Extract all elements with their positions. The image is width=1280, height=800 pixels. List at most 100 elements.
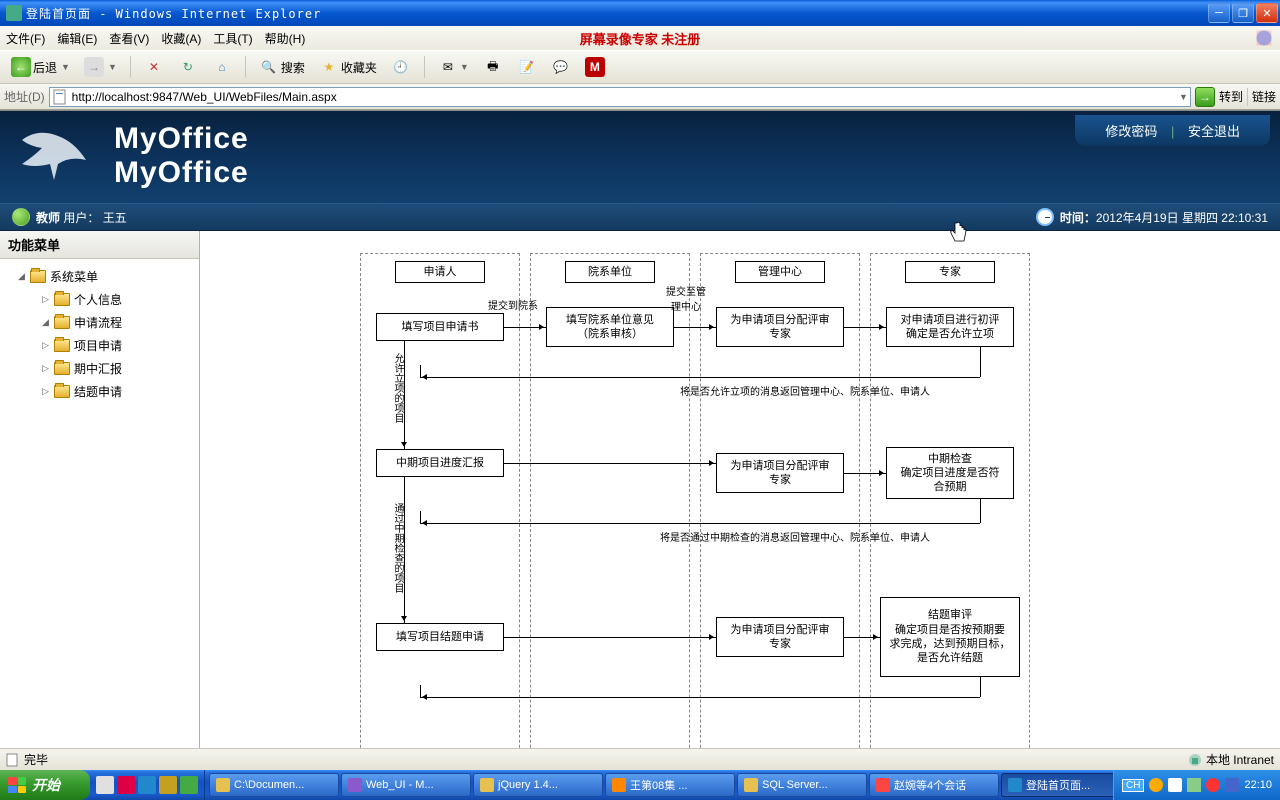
menu-view[interactable]: 查看(V) [109, 30, 149, 47]
arrow [674, 327, 716, 328]
menu-favorites[interactable]: 收藏(A) [161, 30, 201, 47]
toolbar: ←后退▼ →▼ ✕ ↻ ⌂ 🔍搜索 ★收藏夹 🕘 ✉▼ 🖶 📝 💬 M [0, 50, 1280, 84]
menu-tools[interactable]: 工具(T) [213, 30, 252, 47]
task-video[interactable]: 王第08集 ... [605, 773, 735, 797]
task-chat[interactable]: 赵婉等4个会话 [869, 773, 999, 797]
arrow [844, 327, 886, 328]
page-icon [52, 89, 68, 105]
arrow [504, 327, 546, 328]
ql-desktop-icon[interactable] [96, 776, 114, 794]
menu-edit[interactable]: 编辑(E) [57, 30, 97, 47]
system-tray: CH 22:10 [1113, 770, 1280, 800]
clock-icon [1036, 208, 1054, 226]
lanehead-expert: 专家 [905, 261, 995, 283]
ql-app-icon[interactable] [159, 776, 177, 794]
maxthon-button[interactable]: M [580, 54, 610, 80]
box-assign2: 为申请项目分配评审专家 [716, 453, 844, 493]
zone-text: 本地 Intranet [1206, 751, 1274, 768]
lanehead-dept: 院系单位 [565, 261, 655, 283]
nav-tree: ◢系统菜单 ▷个人信息 ◢申请流程 ▷项目申请 ▷期中汇报 ▷结题申请 [0, 259, 199, 409]
time-label: 时间： [1060, 209, 1096, 226]
history-button[interactable]: 🕘 [386, 54, 416, 80]
box-eval3: 结题审评确定项目是否按预期要求完成，达到预期目标，是否允许结题 [880, 597, 1020, 677]
box-apply: 填写项目申请书 [376, 313, 504, 341]
user-label: 用户： [63, 209, 99, 226]
status-text: 完毕 [24, 751, 48, 768]
tray-volume-icon[interactable] [1225, 778, 1239, 792]
ie-status-bar: 完毕 本地 Intranet [0, 748, 1280, 770]
main-layout: 功能菜单 ◢系统菜单 ▷个人信息 ◢申请流程 ▷项目申请 ▷期中汇报 ▷结题申请… [0, 231, 1280, 748]
task-webui[interactable]: Web_UI - M... [341, 773, 471, 797]
start-button[interactable]: 开始 [0, 770, 90, 800]
mail-button[interactable]: ✉▼ [433, 54, 474, 80]
home-button[interactable]: ⌂ [207, 54, 237, 80]
discuss-button[interactable]: 💬 [546, 54, 576, 80]
box-dept-opinion: 填写院系单位意见（院系审核） [546, 307, 674, 347]
taskbar: 开始 C:\Documen... Web_UI - M... jQuery 1.… [0, 770, 1280, 800]
zone-icon [1188, 753, 1202, 767]
ql-app-icon[interactable] [180, 776, 198, 794]
address-bar: 地址(D) http://localhost:9847/Web_UI/WebFi… [0, 84, 1280, 110]
tree-item-profile[interactable]: ▷个人信息 [4, 288, 195, 311]
content-area: 申请人 院系单位 管理中心 专家 填写项目申请书 填写院系单位意见（院系审核） … [200, 231, 1280, 748]
search-button[interactable]: 🔍搜索 [254, 54, 310, 80]
folder-icon [54, 293, 70, 306]
back-button[interactable]: ←后退▼ [6, 54, 75, 80]
sidebar-title: 功能菜单 [0, 231, 199, 259]
browser-viewport: MyOffice MyOffice 修改密码 | 安全退出 教师 用户： 王五 … [0, 110, 1280, 748]
folder-icon [54, 362, 70, 375]
task-jquery[interactable]: jQuery 1.4... [473, 773, 603, 797]
box-assign1: 为申请项目分配评审专家 [716, 307, 844, 347]
logout-link[interactable]: 安全退出 [1188, 124, 1240, 139]
top-nav: 修改密码 | 安全退出 [1075, 115, 1270, 146]
ime-indicator[interactable]: CH [1122, 779, 1144, 792]
url-input[interactable]: http://localhost:9847/Web_UI/WebFiles/Ma… [49, 87, 1191, 107]
url-text: http://localhost:9847/Web_UI/WebFiles/Ma… [72, 90, 337, 104]
task-sqlserver[interactable]: SQL Server... [737, 773, 867, 797]
go-label[interactable]: 转到 [1219, 88, 1243, 105]
tree-root[interactable]: ◢系统菜单 [4, 265, 195, 288]
print-button[interactable]: 🖶 [478, 54, 508, 80]
tray-clock[interactable]: 22:10 [1244, 779, 1272, 791]
username: 王五 [103, 209, 127, 226]
tray-icon[interactable] [1168, 778, 1182, 792]
datetime-text: 2012年4月19日 星期四 22:10:31 [1096, 209, 1268, 226]
minimize-button[interactable]: ─ [1208, 3, 1230, 23]
folder-icon [54, 385, 70, 398]
menu-file[interactable]: 文件(F) [6, 30, 45, 47]
edit-button[interactable]: 📝 [512, 54, 542, 80]
close-button[interactable]: ✕ [1256, 3, 1278, 23]
ql-app-icon[interactable] [117, 776, 135, 794]
change-password-link[interactable]: 修改密码 [1105, 124, 1157, 139]
folder-icon [30, 270, 46, 283]
tree-item-midterm[interactable]: ▷期中汇报 [4, 357, 195, 380]
folder-icon [54, 316, 70, 329]
app-logo-text: MyOffice [114, 122, 249, 156]
menu-help[interactable]: 帮助(H) [265, 30, 306, 47]
lanehead-mgmt: 管理中心 [735, 261, 825, 283]
tray-icon[interactable] [1206, 778, 1220, 792]
app-header: MyOffice MyOffice 修改密码 | 安全退出 [0, 111, 1280, 203]
maximize-button[interactable]: ❐ [1232, 3, 1254, 23]
task-explorer[interactable]: C:\Documen... [209, 773, 339, 797]
tray-icon[interactable] [1187, 778, 1201, 792]
ql-app-icon[interactable] [138, 776, 156, 794]
flowchart: 申请人 院系单位 管理中心 专家 填写项目申请书 填写院系单位意见（院系审核） … [360, 253, 1120, 748]
links-label[interactable]: 链接 [1252, 88, 1276, 105]
quick-launch [90, 770, 205, 800]
window-titlebar: 登陆首页面 - Windows Internet Explorer ─ ❐ ✕ [0, 0, 1280, 26]
tree-item-final[interactable]: ▷结题申请 [4, 380, 195, 403]
box-assign3: 为申请项目分配评审专家 [716, 617, 844, 657]
user-bar: 教师 用户： 王五 时间： 2012年4月19日 星期四 22:10:31 [0, 203, 1280, 231]
tree-item-project-apply[interactable]: ▷项目申请 [4, 334, 195, 357]
logo-bird-icon [14, 121, 94, 191]
sidebar: 功能菜单 ◢系统菜单 ▷个人信息 ◢申请流程 ▷项目申请 ▷期中汇报 ▷结题申请 [0, 231, 200, 748]
task-ie-login[interactable]: 登陆首页面... [1001, 773, 1113, 797]
go-button[interactable]: → [1195, 87, 1215, 107]
refresh-button[interactable]: ↻ [173, 54, 203, 80]
forward-button[interactable]: →▼ [79, 54, 122, 80]
favorites-button[interactable]: ★收藏夹 [314, 54, 382, 80]
stop-button[interactable]: ✕ [139, 54, 169, 80]
tray-icon[interactable] [1149, 778, 1163, 792]
tree-item-apply-flow[interactable]: ◢申请流程 [4, 311, 195, 334]
